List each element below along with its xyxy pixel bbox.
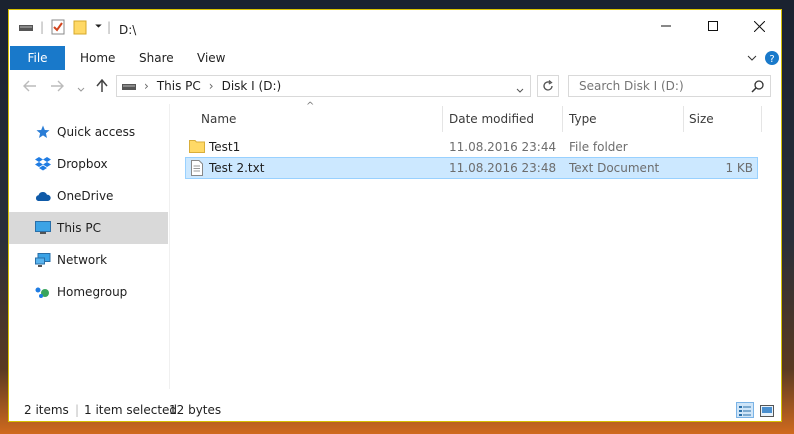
- large-icons-view-button[interactable]: [758, 402, 776, 418]
- file-name: Test 2.txt: [209, 161, 265, 175]
- text-file-icon: [191, 160, 203, 176]
- details-view-button[interactable]: [736, 402, 754, 418]
- help-icon[interactable]: ?: [765, 46, 779, 70]
- onedrive-icon: [35, 188, 51, 204]
- file-name: Test1: [209, 140, 241, 154]
- refresh-button[interactable]: [537, 75, 559, 97]
- sidebar-item-homegroup[interactable]: Homegroup: [9, 276, 168, 308]
- qa-separator: |: [40, 20, 45, 34]
- status-selection: 1 item selected: [84, 403, 178, 417]
- window-title: D:\: [119, 23, 137, 37]
- sidebar-item-dropbox[interactable]: Dropbox: [9, 148, 168, 180]
- sidebar-item-network[interactable]: Network: [9, 244, 168, 276]
- sidebar-item-label: OneDrive: [57, 189, 114, 203]
- drive-icon: [19, 18, 33, 36]
- file-date: 11.08.2016 23:44: [449, 140, 557, 154]
- qa-separator-2: |: [107, 20, 112, 34]
- minimize-button[interactable]: [643, 10, 689, 42]
- address-row: › This PC › Disk I (D:): [9, 72, 781, 102]
- sidebar-item-label: Dropbox: [57, 157, 108, 171]
- sidebar-item-quick-access[interactable]: Quick access: [9, 116, 168, 148]
- sidebar-item-label: Homegroup: [57, 285, 128, 299]
- new-folder-icon[interactable]: [73, 18, 87, 36]
- ribbon-tabs: File Home Share View ?: [9, 46, 781, 70]
- breadcrumb-separator[interactable]: ›: [209, 79, 214, 93]
- sidebar-item-label: Quick access: [57, 125, 136, 139]
- forward-icon[interactable]: [50, 80, 64, 95]
- file-row-test2[interactable]: Test 2.txt 11.08.2016 23:48 Text Documen…: [185, 157, 758, 179]
- file-type: Text Document: [569, 161, 660, 175]
- status-selection-size: 12 bytes: [169, 403, 222, 417]
- title-bar: | ⏷ | D:\: [9, 10, 781, 44]
- column-header-size[interactable]: Size: [689, 106, 714, 132]
- folder-icon: [189, 139, 205, 155]
- status-item-count: 2 items: [24, 403, 69, 417]
- large-icons-view-icon: [760, 405, 774, 417]
- close-button[interactable]: [736, 10, 782, 42]
- properties-icon[interactable]: [51, 18, 65, 36]
- status-separator: |: [75, 403, 80, 417]
- expand-ribbon-icon[interactable]: [747, 46, 757, 70]
- sidebar-item-this-pc[interactable]: This PC: [9, 212, 168, 244]
- tab-view[interactable]: View: [197, 46, 225, 70]
- address-dropdown-icon[interactable]: [516, 83, 524, 97]
- sort-indicator-icon: ^: [306, 100, 315, 112]
- search-box[interactable]: [568, 75, 771, 97]
- breadcrumb-separator[interactable]: ›: [144, 79, 149, 93]
- breadcrumb-disk[interactable]: Disk I (D:): [222, 79, 282, 93]
- svg-text:?: ?: [769, 54, 774, 65]
- up-icon[interactable]: [96, 78, 108, 96]
- refresh-icon: [542, 80, 554, 92]
- dropbox-icon: [35, 156, 51, 172]
- column-divider[interactable]: [761, 106, 762, 132]
- navigation-pane: Quick access Dropbox OneDrive This PC Ne…: [9, 116, 168, 308]
- search-input[interactable]: [577, 78, 751, 94]
- customize-qa-icon[interactable]: ⏷: [95, 18, 102, 36]
- tab-share[interactable]: Share: [139, 46, 174, 70]
- column-header-type[interactable]: Type: [569, 106, 597, 132]
- address-bar[interactable]: › This PC › Disk I (D:): [116, 75, 531, 97]
- search-icon[interactable]: [751, 80, 764, 96]
- column-header-name[interactable]: Name: [201, 106, 236, 132]
- column-divider[interactable]: [442, 106, 443, 132]
- sidebar-item-label: Network: [57, 253, 108, 267]
- pane-divider[interactable]: [169, 104, 170, 389]
- monitor-icon: [35, 220, 51, 236]
- file-row-test1[interactable]: Test1 11.08.2016 23:44 File folder: [185, 137, 758, 157]
- maximize-button[interactable]: [690, 10, 736, 42]
- tab-home[interactable]: Home: [80, 46, 115, 70]
- details-view-icon: [739, 406, 751, 416]
- sidebar-item-onedrive[interactable]: OneDrive: [9, 180, 168, 212]
- column-header-date[interactable]: Date modified: [449, 106, 534, 132]
- network-icon: [35, 252, 51, 268]
- homegroup-icon: [35, 284, 51, 300]
- star-icon: [35, 124, 51, 140]
- tab-file[interactable]: File: [10, 46, 65, 70]
- explorer-window: | ⏷ | D:\ File Home Share View ? › This …: [8, 9, 782, 422]
- back-icon[interactable]: [23, 80, 37, 95]
- recent-locations-icon[interactable]: [77, 82, 85, 96]
- sidebar-item-label: This PC: [57, 221, 101, 235]
- breadcrumb-this-pc[interactable]: This PC: [157, 79, 201, 93]
- file-type: File folder: [569, 140, 628, 154]
- file-date: 11.08.2016 23:48: [449, 161, 557, 175]
- column-divider[interactable]: [562, 106, 563, 132]
- drive-icon: [122, 81, 136, 91]
- status-bar: 2 items | 1 item selected 12 bytes: [9, 400, 781, 422]
- column-divider[interactable]: [683, 106, 684, 132]
- file-size: 1 KB: [725, 161, 753, 175]
